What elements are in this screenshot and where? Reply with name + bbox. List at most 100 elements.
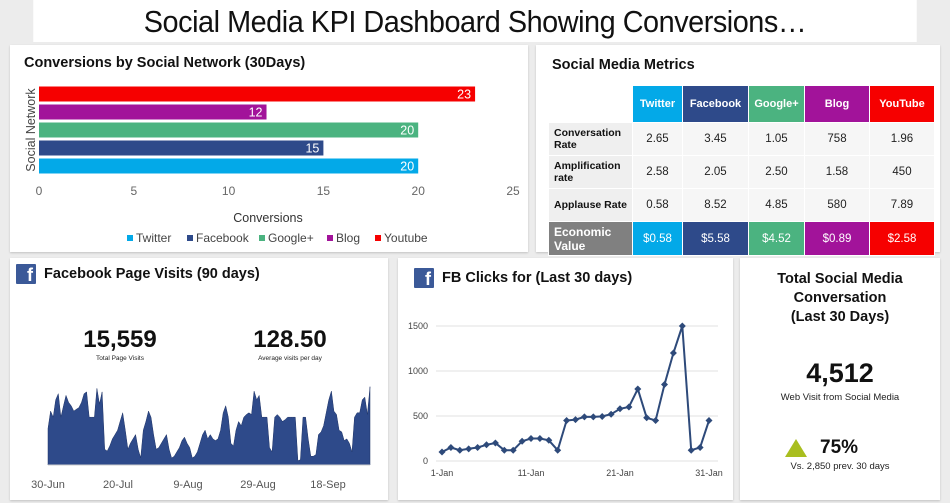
data-point-marker <box>456 446 464 454</box>
bar-youtube <box>39 86 476 102</box>
x-tick-label: 25 <box>506 184 520 198</box>
metrics-col-twitter: Twitter <box>632 85 683 123</box>
economic-value-label: Economic Value <box>548 221 633 256</box>
fb-visits-panel: f Facebook Page Visits (90 days) 15,559 … <box>10 258 388 500</box>
metrics-row-label: Applause Rate <box>548 188 633 222</box>
metrics-row-label: Amplification rate <box>548 155 633 189</box>
x-tick-label: 9-Aug <box>173 479 202 491</box>
economic-value-blog: $0.89 <box>804 221 870 256</box>
data-point-marker <box>598 412 606 420</box>
metrics-row: Applause Rate 0.58 8.52 4.85 580 7.89 <box>548 188 935 222</box>
x-tick-label: 29-Aug <box>240 479 275 491</box>
metrics-row: Amplification rate 2.58 2.05 2.50 1.58 4… <box>548 155 935 189</box>
total-conversation-panel: Total Social Media Conversation (Last 30… <box>740 258 940 500</box>
y-tick-label: 500 <box>413 411 428 421</box>
metrics-cell: 2.05 <box>682 155 749 189</box>
metrics-cell: 580 <box>804 188 870 222</box>
data-point-marker <box>669 349 677 357</box>
web-visits-label: Web Visit from Social Media <box>780 392 900 403</box>
total-title-line1: Total Social Media <box>777 271 903 287</box>
x-tick-label: 21-Jan <box>606 468 634 478</box>
economic-value-google: $4.52 <box>748 221 805 256</box>
conversions-chart: 23 12 20 15 20 0 5 10 15 20 25 Conversions Social Ne… <box>24 86 520 245</box>
y-tick-label: 0 <box>423 456 428 466</box>
data-point-marker <box>483 441 490 449</box>
economic-value-youtube: $2.58 <box>869 221 935 256</box>
x-tick-label: 11-Jan <box>518 468 545 478</box>
legend-swatch <box>327 235 333 241</box>
data-point-marker <box>447 444 455 451</box>
data-point-marker <box>625 403 633 411</box>
change-label: Vs. 2,850 prev. 30 days <box>790 461 890 472</box>
x-tick-label: 1-Jan <box>431 468 454 478</box>
up-arrow-icon <box>785 439 807 457</box>
metrics-cell: 1.05 <box>748 122 805 156</box>
legend-swatch <box>375 235 381 241</box>
data-point-marker <box>589 413 597 421</box>
metrics-row-label: Conversation Rate <box>548 122 633 156</box>
bar-data-label: 20 <box>400 124 414 138</box>
y-axis-title: Social Network <box>24 88 38 172</box>
x-tick-label: 0 <box>36 184 43 198</box>
web-visits-value: 4,512 <box>806 358 874 388</box>
metrics-table: Twitter Facebook Google+ Blog YouTube Co… <box>548 85 935 256</box>
fb-clicks-panel: f FB Clicks for (Last 30 days) 0 500 1000 1… <box>398 258 733 500</box>
data-point-marker <box>572 416 579 424</box>
x-tick-label: 20-Jul <box>103 479 133 491</box>
metrics-panel: Social Media Metrics Twitter Facebook Go… <box>536 45 940 256</box>
change-percent: 75% <box>820 437 859 458</box>
bar-data-label: 15 <box>305 142 319 156</box>
total-conversation-title: Total Social Media Conversation (Last 30… <box>740 270 940 327</box>
legend-swatch <box>187 235 193 241</box>
legend-label: Youtube <box>384 231 428 245</box>
bar-data-label: 12 <box>249 106 263 120</box>
x-tick-label: 5 <box>130 184 137 198</box>
legend-label: Blog <box>336 231 360 245</box>
metrics-cell: 450 <box>869 155 935 189</box>
data-point-marker <box>643 414 651 422</box>
data-point-marker <box>661 381 668 388</box>
data-point-marker <box>705 417 713 424</box>
metrics-cell: 3.45 <box>682 122 749 156</box>
metrics-col-facebook: Facebook <box>682 85 749 123</box>
metrics-cell: 7.89 <box>869 188 935 222</box>
metrics-corner <box>548 85 633 123</box>
y-tick-label: 1500 <box>408 321 428 331</box>
bar-data-label: 23 <box>457 88 471 102</box>
legend-label: Google+ <box>268 231 314 245</box>
data-point-marker <box>687 446 695 454</box>
legend-label: Twitter <box>136 231 171 245</box>
fb-clicks-line-chart: 0 500 1000 1500 1-Jan 11-Jan 21-Jan 31-Jan <box>408 321 723 478</box>
metrics-cell: 2.50 <box>748 155 805 189</box>
data-point-marker <box>563 417 571 424</box>
bar-twitter <box>39 158 419 174</box>
metrics-row: Conversation Rate 2.65 3.45 1.05 758 1.9… <box>548 122 935 156</box>
legend-label: Facebook <box>196 231 250 245</box>
metrics-title: Social Media Metrics <box>552 57 695 73</box>
metrics-cell: 8.52 <box>682 188 749 222</box>
dashboard-title: Social Media KPI Dashboard Showing Conve… <box>33 0 917 42</box>
legend-swatch <box>259 235 265 241</box>
metrics-cell: 2.65 <box>632 122 683 156</box>
data-point-marker <box>696 444 704 451</box>
y-tick-label: 1000 <box>408 366 428 376</box>
x-tick-label: 10 <box>222 184 236 198</box>
bar-google <box>39 122 419 138</box>
fb-visits-area-chart: 30-Jun 20-Jul 9-Aug 29-Aug 18-Sep <box>31 386 371 491</box>
x-axis-title: Conversions <box>233 211 302 225</box>
visits-area <box>47 386 371 466</box>
metrics-cell: 0.58 <box>632 188 683 222</box>
data-point-marker <box>580 413 588 421</box>
metrics-cell: 4.85 <box>748 188 805 222</box>
x-tick-label: 18-Sep <box>310 479 345 491</box>
metrics-economic-row: Economic Value $0.58 $5.58 $4.52 $0.89 $… <box>548 221 935 256</box>
x-tick-label: 15 <box>317 184 331 198</box>
metrics-cell: 2.58 <box>632 155 683 189</box>
metrics-cell: 1.96 <box>869 122 935 156</box>
x-tick-label: 20 <box>412 184 426 198</box>
legend-swatch <box>127 235 133 241</box>
metrics-col-youtube: YouTube <box>869 85 935 123</box>
data-point-marker <box>527 435 535 442</box>
metrics-col-blog: Blog <box>804 85 870 123</box>
total-title-line3: (Last 30 Days) <box>790 309 890 325</box>
